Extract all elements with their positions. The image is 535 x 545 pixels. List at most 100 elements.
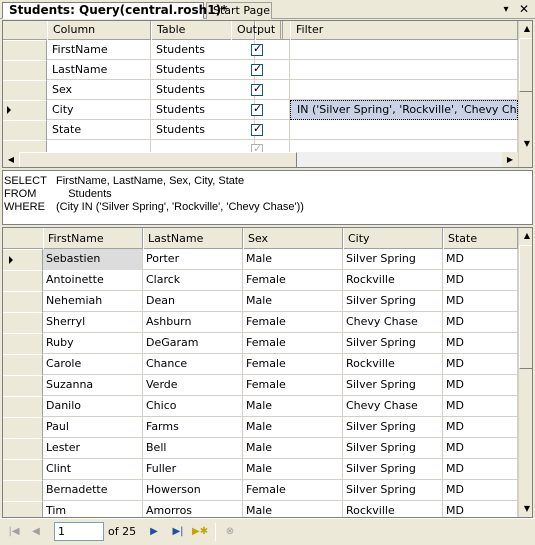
- row-selector[interactable]: [3, 333, 43, 354]
- table-cell-city[interactable]: Silver Spring: [343, 417, 443, 438]
- table-cell-lastname[interactable]: Porter: [143, 249, 243, 270]
- table-cell-sex[interactable]: Female: [243, 480, 343, 501]
- table-cell-state[interactable]: MD: [443, 417, 518, 438]
- output-checkbox[interactable]: [251, 42, 263, 56]
- table-cell-firstname[interactable]: Sebastien: [43, 249, 143, 270]
- table-row[interactable]: Sebastien Porter Male Silver Spring MD: [3, 249, 518, 270]
- scroll-down-icon[interactable]: ▼: [519, 136, 532, 152]
- scroll-thumb[interactable]: [519, 245, 532, 369]
- table-row[interactable]: Ruby DeGaram Female Silver Spring MD: [3, 333, 518, 354]
- criteria-cell-column[interactable]: LastName: [47, 60, 151, 80]
- row-selector[interactable]: [3, 291, 43, 312]
- row-selector[interactable]: [3, 249, 43, 270]
- table-cell-sex[interactable]: Female: [243, 312, 343, 333]
- table-row[interactable]: Carole Chance Female Rockville MD: [3, 354, 518, 375]
- current-page-input[interactable]: 1: [54, 522, 104, 541]
- row-selector[interactable]: [3, 270, 43, 291]
- table-cell-city[interactable]: Silver Spring: [343, 459, 443, 480]
- table-cell-city[interactable]: Silver Spring: [343, 438, 443, 459]
- row-selector[interactable]: [3, 501, 43, 517]
- move-last-icon[interactable]: ▶|: [170, 524, 186, 540]
- table-cell-city[interactable]: Silver Spring: [343, 249, 443, 270]
- table-cell-city[interactable]: Rockville: [343, 270, 443, 291]
- table-cell-sex[interactable]: Male: [243, 396, 343, 417]
- table-cell-state[interactable]: MD: [443, 354, 518, 375]
- tab-students-query[interactable]: Students: Query(central.rosh1)*: [2, 2, 227, 19]
- row-selector[interactable]: [3, 312, 43, 333]
- table-cell-sex[interactable]: Male: [243, 438, 343, 459]
- row-selector[interactable]: [3, 60, 47, 80]
- criteria-row[interactable]: State Students: [3, 120, 518, 140]
- move-new-icon[interactable]: ▶✱: [192, 524, 208, 540]
- stop-icon[interactable]: ⊗: [222, 524, 238, 540]
- table-cell-city[interactable]: Rockville: [343, 354, 443, 375]
- table-cell-state[interactable]: MD: [443, 459, 518, 480]
- table-cell-state[interactable]: MD: [443, 396, 518, 417]
- table-row[interactable]: Paul Farms Male Silver Spring MD: [3, 417, 518, 438]
- row-selector[interactable]: [3, 417, 43, 438]
- scroll-down-icon[interactable]: ▼: [519, 501, 532, 517]
- table-cell-sex[interactable]: Female: [243, 333, 343, 354]
- close-icon[interactable]: ✕: [517, 3, 531, 16]
- table-cell-firstname[interactable]: Paul: [43, 417, 143, 438]
- table-row[interactable]: Clint Fuller Male Silver Spring MD: [3, 459, 518, 480]
- scroll-thumb[interactable]: [519, 38, 532, 92]
- table-cell-sex[interactable]: Male: [243, 417, 343, 438]
- table-cell-lastname[interactable]: Amorros: [143, 501, 243, 517]
- table-cell-lastname[interactable]: Fuller: [143, 459, 243, 480]
- results-header-lastname[interactable]: LastName: [143, 228, 243, 249]
- table-row[interactable]: Antoinette Clarck Female Rockville MD: [3, 270, 518, 291]
- results-header-firstname[interactable]: FirstName: [43, 228, 143, 249]
- table-cell-sex[interactable]: Female: [243, 354, 343, 375]
- table-cell-state[interactable]: MD: [443, 501, 518, 517]
- table-cell-firstname[interactable]: Antoinette: [43, 270, 143, 291]
- table-cell-lastname[interactable]: Verde: [143, 375, 243, 396]
- table-cell-firstname[interactable]: Bernadette: [43, 480, 143, 501]
- table-cell-firstname[interactable]: Carole: [43, 354, 143, 375]
- output-checkbox[interactable]: [251, 82, 263, 96]
- row-selector[interactable]: [3, 354, 43, 375]
- move-next-icon[interactable]: ▶: [146, 524, 162, 540]
- scroll-right-icon[interactable]: ▶: [502, 152, 518, 167]
- output-checkbox[interactable]: [251, 122, 263, 136]
- table-cell-state[interactable]: MD: [443, 438, 518, 459]
- criteria-cell-filter[interactable]: [290, 120, 518, 140]
- table-cell-city[interactable]: Chevy Chase: [343, 312, 443, 333]
- table-cell-firstname[interactable]: Ruby: [43, 333, 143, 354]
- table-cell-firstname[interactable]: Lester: [43, 438, 143, 459]
- table-cell-state[interactable]: MD: [443, 333, 518, 354]
- table-cell-sex[interactable]: Male: [243, 249, 343, 270]
- row-selector[interactable]: [3, 396, 43, 417]
- table-cell-lastname[interactable]: DeGaram: [143, 333, 243, 354]
- table-cell-state[interactable]: MD: [443, 480, 518, 501]
- move-previous-icon[interactable]: ◀: [28, 524, 44, 540]
- criteria-row[interactable]: LastName Students: [3, 60, 518, 80]
- criteria-header-filter[interactable]: Filter: [290, 21, 518, 40]
- table-cell-lastname[interactable]: Dean: [143, 291, 243, 312]
- row-selector[interactable]: [3, 438, 43, 459]
- table-row[interactable]: Suzanna Verde Female Silver Spring MD: [3, 375, 518, 396]
- table-cell-state[interactable]: MD: [443, 249, 518, 270]
- scroll-left-icon[interactable]: ◀: [3, 152, 19, 167]
- table-row[interactable]: Lester Bell Male Silver Spring MD: [3, 438, 518, 459]
- row-selector[interactable]: [3, 80, 47, 100]
- table-cell-firstname[interactable]: Tim: [43, 501, 143, 517]
- table-cell-lastname[interactable]: Farms: [143, 417, 243, 438]
- table-cell-city[interactable]: Rockville: [343, 501, 443, 517]
- table-cell-city[interactable]: Silver Spring: [343, 333, 443, 354]
- criteria-cell-filter[interactable]: [290, 60, 518, 80]
- table-cell-lastname[interactable]: Howerson: [143, 480, 243, 501]
- table-row[interactable]: Tim Amorros Male Rockville MD: [3, 501, 518, 517]
- results-header-state[interactable]: State: [443, 228, 518, 249]
- table-cell-firstname[interactable]: Clint: [43, 459, 143, 480]
- table-cell-state[interactable]: MD: [443, 375, 518, 396]
- criteria-row[interactable]: Sex Students: [3, 80, 518, 100]
- table-cell-city[interactable]: Silver Spring: [343, 375, 443, 396]
- table-cell-state[interactable]: MD: [443, 291, 518, 312]
- table-cell-sex[interactable]: Female: [243, 270, 343, 291]
- table-cell-sex[interactable]: Female: [243, 375, 343, 396]
- row-selector[interactable]: [3, 375, 43, 396]
- table-cell-lastname[interactable]: Chance: [143, 354, 243, 375]
- table-cell-firstname[interactable]: Sherryl: [43, 312, 143, 333]
- scroll-up-icon[interactable]: ▲: [519, 21, 532, 37]
